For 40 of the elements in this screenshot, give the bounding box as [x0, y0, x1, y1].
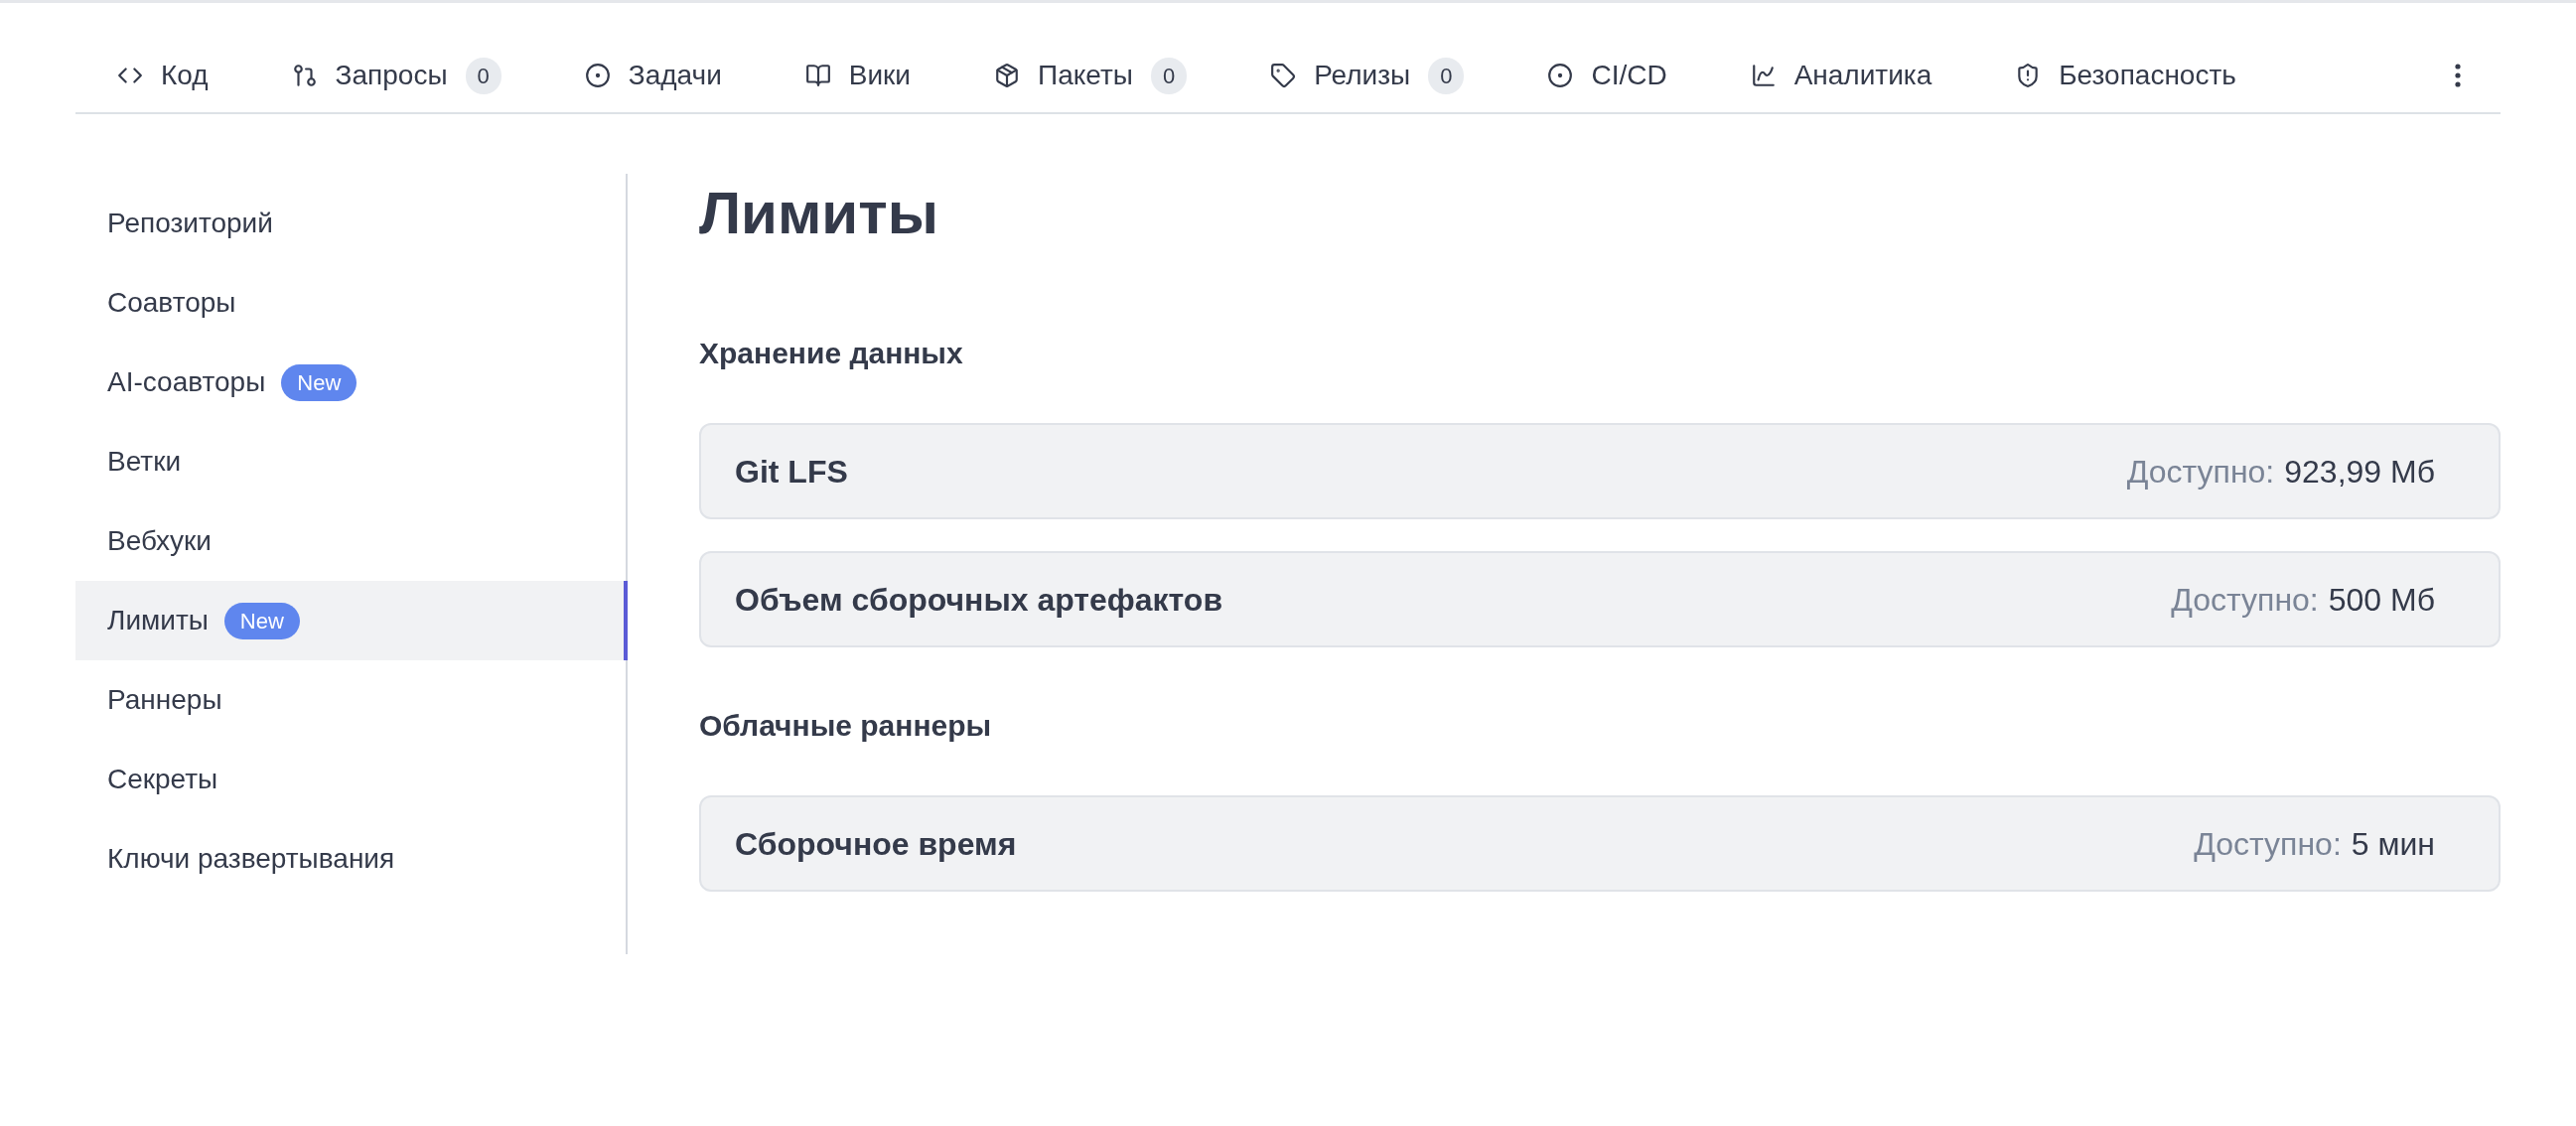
nav-tab[interactable]: Задачи: [542, 39, 764, 112]
nav-tab[interactable]: Код: [75, 39, 250, 112]
circle-dot-icon: [1547, 63, 1574, 88]
nav-tab[interactable]: Вики: [763, 39, 952, 112]
count-badge: 0: [1428, 57, 1465, 94]
limit-value: Доступно: 500 Мб: [2170, 580, 2436, 620]
nav-tab[interactable]: Релизы 0: [1228, 39, 1506, 112]
section-heading: Хранение данных: [699, 336, 964, 371]
box-icon: [994, 63, 1020, 88]
count-badge: 0: [1150, 57, 1188, 94]
chart-icon: [1750, 63, 1777, 88]
nav-tab[interactable]: Аналитика: [1708, 39, 1974, 112]
limit-value: Доступно: 5 мин: [2193, 824, 2436, 864]
nav-tab[interactable]: Безопасность: [1973, 39, 2278, 112]
nav-tab[interactable]: CI/CD: [1505, 39, 1709, 112]
more-icon: [2455, 64, 2461, 87]
limit-name: Git LFS: [735, 452, 848, 492]
new-badge: New: [223, 602, 300, 639]
sidebar-item[interactable]: Ключи развертывания: [75, 819, 626, 899]
sidebar-item[interactable]: Соавторы: [75, 263, 626, 343]
section-heading: Облачные раннеры: [699, 708, 993, 744]
nav-tab[interactable]: Запросы 0: [249, 39, 543, 112]
nav-tab[interactable]: Пакеты 0: [952, 39, 1229, 112]
limit-value: Доступно: 923,99 Мб: [2125, 452, 2436, 492]
limit-name: Сборочное время: [735, 824, 1017, 864]
count-badge: 0: [465, 57, 501, 94]
sidebar-item[interactable]: AI-соавторы New: [75, 343, 626, 422]
page-title: Лимиты: [699, 179, 939, 248]
tag-icon: [1270, 63, 1297, 88]
sidebar-item[interactable]: Вебхуки: [75, 501, 626, 581]
limit-name: Объем сборочных артефактов: [735, 580, 1223, 620]
pull-request-icon: [291, 63, 318, 88]
sidebar-item[interactable]: Ветки: [75, 422, 626, 501]
sidebar-item[interactable]: Репозиторий: [75, 184, 626, 263]
sidebar-item[interactable]: Раннеры: [75, 660, 626, 740]
sidebar-item[interactable]: Лимиты New: [75, 581, 628, 660]
sidebar-item[interactable]: Секреты: [75, 740, 626, 819]
book-icon: [804, 63, 831, 88]
new-badge: New: [281, 363, 358, 401]
circle-dot-icon: [584, 63, 611, 88]
